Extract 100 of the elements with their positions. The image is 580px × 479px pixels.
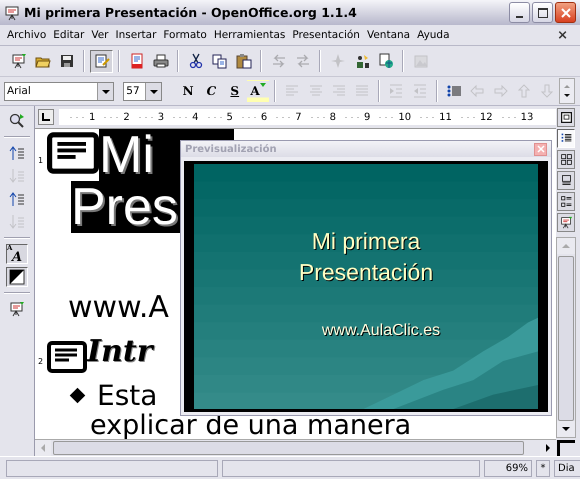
down-arrow-icon — [562, 426, 570, 432]
font-size-dropdown[interactable]: 57 — [123, 82, 162, 100]
menu-item[interactable]: Herramientas — [212, 29, 292, 41]
easel-icon — [9, 301, 25, 317]
close-button[interactable] — [555, 2, 576, 23]
view-button[interactable] — [557, 108, 575, 127]
move-up-icon — [9, 191, 25, 207]
menu-item[interactable]: Ver — [90, 29, 115, 41]
up-arrow-icon — [562, 243, 570, 249]
font-name-dropdown[interactable]: Arial — [4, 82, 114, 100]
move-down-icon — [9, 214, 25, 230]
ruler-number: 7 — [295, 112, 302, 122]
vertical-scrollbar[interactable] — [556, 237, 576, 438]
ruler-number: 10 — [398, 112, 412, 122]
subtitle-text: www.A — [68, 290, 169, 325]
scroll-down-button[interactable] — [557, 421, 575, 437]
compass-icon — [330, 53, 346, 69]
slide-title: Mi primera — [312, 227, 420, 256]
copy-icon — [212, 53, 228, 69]
menu-item[interactable]: Formato — [162, 29, 213, 41]
close-icon — [560, 8, 570, 18]
toolbar-button[interactable] — [90, 50, 113, 72]
menu-item[interactable]: Ayuda — [416, 29, 456, 41]
floppy-icon — [58, 53, 74, 69]
modified-indicator: * — [536, 460, 550, 476]
right-arrow-icon — [545, 444, 551, 452]
ruler-number: 13 — [520, 112, 534, 122]
toolbar-button[interactable] — [6, 267, 28, 287]
pencil-document-icon — [94, 53, 110, 69]
underline-button[interactable]: S — [224, 80, 246, 102]
slide-number: 1 — [37, 156, 44, 165]
up-arrow-icon — [516, 83, 532, 99]
triangle-icon — [260, 82, 266, 86]
bullet-list-icon — [446, 83, 462, 99]
image-icon — [412, 53, 428, 69]
subtitle-text: www.AulaClic.es — [322, 322, 440, 340]
slide-title: Intr — [87, 333, 156, 371]
italic-button[interactable]: C — [200, 80, 223, 102]
menu-item[interactable]: Presentación — [291, 29, 366, 41]
close-document-button[interactable]: × — [557, 28, 568, 42]
zoom-level: 69% — [484, 460, 532, 476]
scrollbar-thumb[interactable] — [53, 441, 524, 455]
ruler-number: 5 — [226, 112, 233, 122]
contrast-icon — [9, 269, 25, 285]
easel-icon — [560, 216, 572, 229]
minimize-icon — [516, 16, 523, 18]
right-arrow-icon — [492, 83, 509, 99]
left-arrow-icon — [469, 83, 486, 99]
view-button[interactable] — [557, 129, 575, 148]
ruler-number: 6 — [260, 112, 268, 122]
undo-icon — [270, 53, 286, 69]
clipboard-icon — [236, 53, 252, 69]
drawing-view-icon — [560, 111, 572, 124]
ruler-number: 9 — [364, 112, 370, 122]
scrollbar-thumb[interactable] — [558, 256, 574, 421]
pdf-document-icon — [128, 53, 144, 69]
bold-button[interactable]: N — [177, 80, 200, 102]
ruler-number: 8 — [330, 112, 336, 122]
slide-icon — [47, 339, 87, 375]
view-button[interactable] — [557, 192, 575, 211]
mode-indicator: Dia — [554, 460, 580, 476]
tab-stop-button[interactable] — [38, 109, 54, 125]
zoom-icon — [9, 113, 25, 129]
printer-icon — [152, 53, 168, 69]
tab-stop-icon — [42, 113, 50, 121]
view-button[interactable] — [557, 171, 575, 190]
promote-icon — [9, 145, 25, 161]
scroll-right-button[interactable] — [540, 440, 556, 456]
horizontal-scrollbar[interactable] — [35, 439, 556, 456]
bullet-text: Esta — [97, 378, 158, 412]
ruler-number: 3 — [158, 112, 164, 122]
outline-view-icon — [560, 132, 572, 145]
view-button[interactable] — [557, 213, 575, 232]
outdent-icon — [412, 83, 428, 99]
menu-item[interactable]: Editar — [52, 29, 90, 41]
ruler-number: 1 — [89, 112, 96, 122]
easel-icon — [4, 4, 20, 20]
minimize-button[interactable] — [509, 2, 530, 23]
maximize-icon — [538, 8, 548, 18]
ruler-number: 2 — [123, 112, 130, 122]
globe-document-icon — [378, 53, 394, 69]
scissors-icon — [188, 53, 204, 69]
view-button[interactable] — [557, 150, 575, 169]
ruler-number: 11 — [439, 112, 452, 122]
demote-icon — [9, 168, 25, 184]
slide-title: Presentación — [298, 258, 434, 287]
menu-item[interactable]: Ventana — [366, 29, 416, 41]
redo-icon — [294, 53, 310, 69]
indent-icon — [388, 83, 404, 99]
window-title: Mi primera Presentación - OpenOffice.org 1.1.4 — [24, 5, 358, 20]
left-arrow-icon — [40, 444, 46, 452]
slide-sorter-icon — [560, 153, 572, 166]
maximize-button[interactable] — [532, 2, 553, 23]
font-color-button[interactable]: A — [246, 80, 270, 102]
ruler-number: 12 — [480, 112, 493, 122]
handout-view-icon — [560, 195, 572, 208]
slide-icon — [47, 132, 99, 174]
ruler-number: 4 — [192, 112, 198, 122]
menu-item[interactable]: Archivo — [6, 29, 52, 41]
menu-item[interactable]: Insertar — [114, 29, 162, 41]
